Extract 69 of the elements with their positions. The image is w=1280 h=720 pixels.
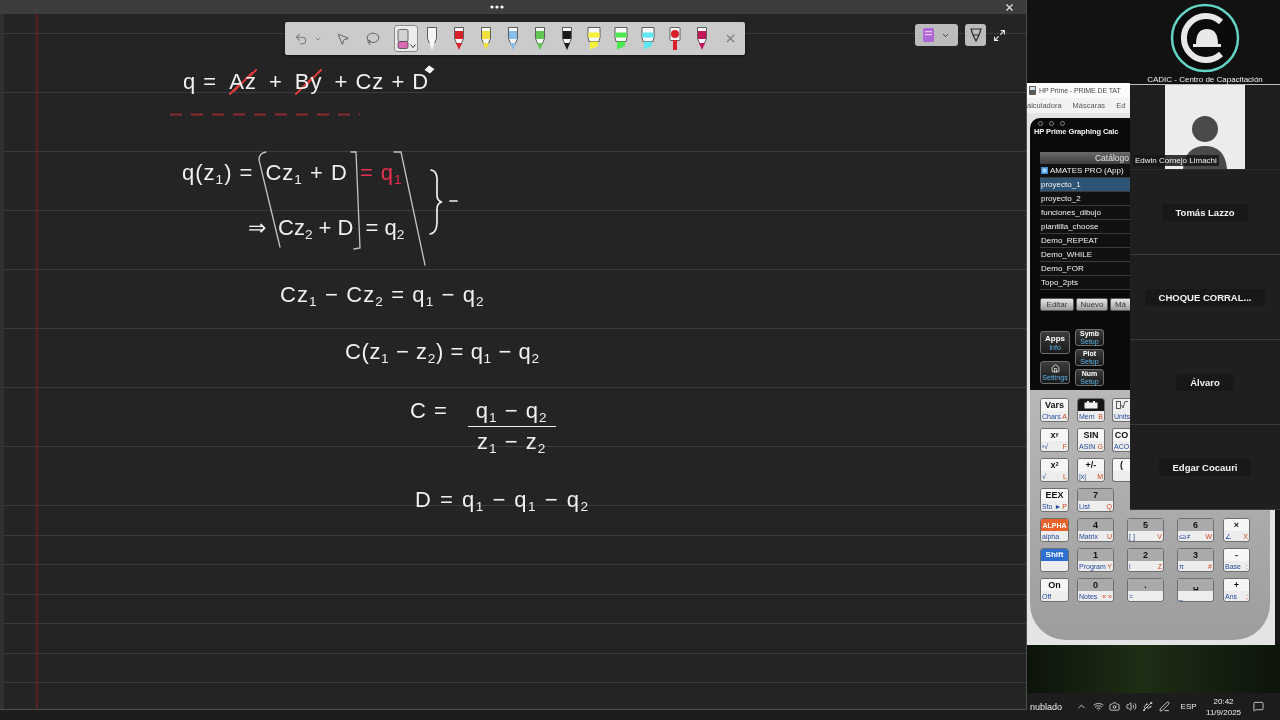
notebook-icon: [923, 28, 934, 42]
soft-key[interactable]: Má: [1110, 298, 1130, 311]
notification-icon[interactable]: [1252, 701, 1264, 712]
handwritten-math: = q$_{1}$: [359, 160, 403, 186]
catalog-header: Catálogo: [1040, 152, 1130, 164]
touch-writing-button[interactable]: [965, 24, 986, 46]
catalog-item[interactable]: Topo_2pts: [1040, 276, 1130, 290]
handwritten-math: Cz$_{1}$ + D: [265, 160, 348, 186]
participant-name: Tomás Lazzo: [1161, 203, 1249, 221]
calculator-key[interactable]: Shift: [1040, 548, 1069, 572]
units-icon: [1115, 401, 1128, 409]
soft-key[interactable]: Nuevo: [1076, 298, 1108, 311]
usb-icon[interactable]: [1142, 701, 1154, 712]
handwritten-math: Cz$_{1}$ − Cz$_{2}$ = q$_{1}$ − q$_{2}$: [280, 282, 485, 308]
pen-icon[interactable]: [1158, 701, 1170, 712]
participant-name: CHOQUE CORRAL...: [1144, 288, 1266, 306]
handwritten-math: D = q$_{1}$ − q$_{1}$ − q$_{2}$: [415, 487, 590, 513]
participant-name: Edwin Cornejo Limachi: [1133, 155, 1219, 166]
catalog-item[interactable]: Demo_WHILE: [1040, 248, 1130, 262]
home-icon: [1050, 364, 1060, 373]
brace-mark: [428, 168, 460, 236]
handwritten-math: +: [268, 69, 283, 95]
logo-icon: [1170, 3, 1240, 73]
app-icon: [1041, 167, 1048, 174]
app-icon: [1029, 86, 1036, 95]
handwritten-math: = q$_{2}$: [365, 215, 405, 241]
handwritten-math: ⇒: [248, 215, 266, 241]
lasso-icon: [366, 31, 380, 46]
catalog-item[interactable]: Demo_REPEAT: [1040, 234, 1130, 248]
clock-time: 20:42: [1213, 696, 1234, 706]
undo-icon: [294, 31, 308, 46]
handwritten-math: C =: [410, 398, 448, 424]
expand-icon[interactable]: [993, 29, 1006, 42]
catalog-item[interactable]: Demo_FOR: [1040, 262, 1130, 276]
catalog-item[interactable]: plantilla_choose: [1040, 220, 1130, 234]
handwritten-math: + Cz + D: [334, 69, 430, 95]
circle-icon: [1038, 121, 1043, 126]
storage-icon: [1084, 401, 1098, 409]
catalog-item[interactable]: proyecto_1: [1040, 178, 1130, 192]
language-label[interactable]: ESP: [1180, 702, 1197, 711]
caret-icon: [409, 44, 416, 48]
camera-icon[interactable]: [1109, 701, 1121, 712]
participant-name: Edgar Cocauri: [1158, 458, 1252, 476]
fraction-denominator: z$_{1}$ − z$_{2}$: [476, 428, 548, 455]
catalog-item[interactable]: proyecto_2: [1040, 192, 1130, 206]
eraser-cursor-icon: [423, 64, 436, 75]
clock-date: 11/9/2025: [1206, 707, 1242, 717]
wifi-icon[interactable]: [1092, 701, 1104, 712]
handwritten-math: q(z$_{1}$) =: [182, 160, 254, 186]
fraction-numerator: q$_{1}$ − q$_{2}$: [467, 398, 556, 427]
eraser-icon: [396, 28, 409, 49]
eraser-tool-button[interactable]: [394, 25, 418, 52]
handwritten-math: Cz$_{2}$ + D: [278, 215, 354, 241]
participant-name: CADIC - Centro de Capacitación: [1147, 75, 1263, 84]
pointer-icon: [336, 31, 350, 46]
handwritten-math: q =: [183, 69, 218, 95]
weather-label: nublado: [1030, 701, 1063, 712]
circle-icon: [1049, 121, 1054, 126]
calculator-key[interactable]: (: [1112, 458, 1130, 482]
handwritten-math: C(z$_{1}$ − z$_{2}$) = q$_{1}$ − q$_{2}$: [345, 339, 540, 365]
catalog-item[interactable]: AMATES PRO (App): [1040, 164, 1130, 178]
volume-icon[interactable]: [1125, 701, 1137, 712]
catalog-item[interactable]: funciones_dibujo: [1040, 206, 1130, 220]
soft-key[interactable]: Editar: [1040, 298, 1074, 311]
more-icon[interactable]: [490, 5, 504, 9]
pen-nib-icon: [969, 28, 982, 42]
circle-icon: [1060, 121, 1065, 126]
participant-name: Álvaro: [1176, 373, 1234, 391]
close-icon[interactable]: [1004, 1, 1015, 13]
